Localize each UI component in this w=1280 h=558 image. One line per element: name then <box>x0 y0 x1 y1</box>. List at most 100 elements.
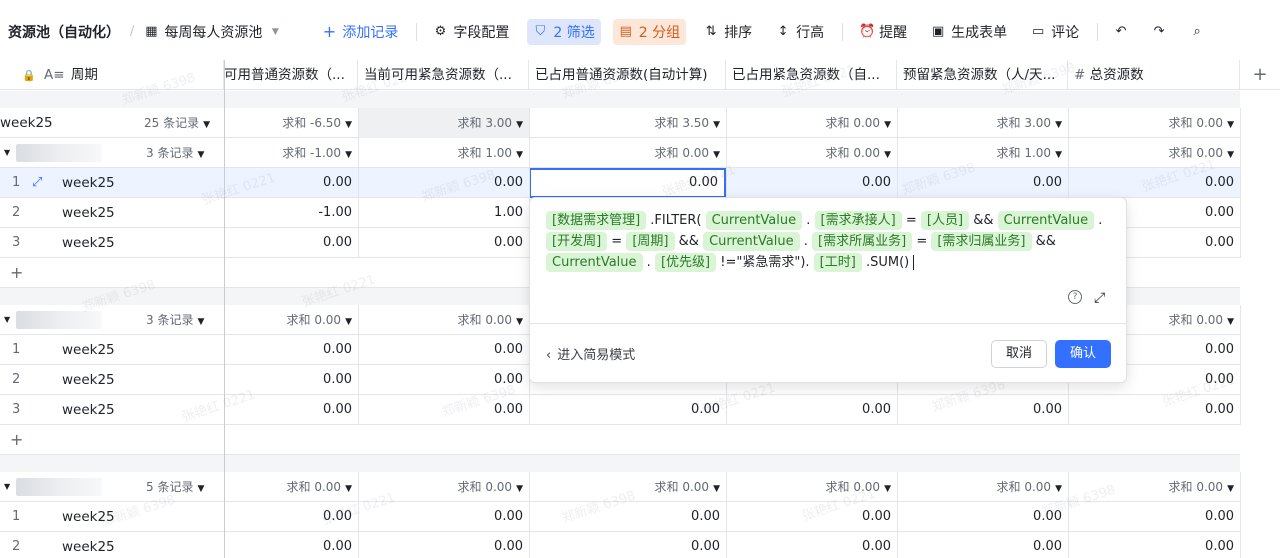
data-cell[interactable]: 0.00 <box>529 502 726 532</box>
period-cell[interactable]: week25 <box>62 335 115 365</box>
aggregate-cell[interactable]: 求和 0.00 ▼ <box>1068 108 1240 138</box>
aggregate-cell[interactable]: 求和 1.00 ▼ <box>897 138 1068 168</box>
data-cell[interactable]: 0.00 <box>529 395 726 425</box>
data-cell[interactable]: 0.00 <box>529 532 726 558</box>
formula-field-token[interactable]: CurrentValue <box>705 211 803 230</box>
aggregate-cell[interactable]: 求和 0.00 ▼ <box>529 472 726 502</box>
group-count[interactable]: 5 条记录 ▼ <box>146 472 204 502</box>
search-button[interactable]: ⌕ <box>1184 19 1210 45</box>
aggregate-cell[interactable]: 求和 3.00 ▼ <box>897 108 1068 138</box>
data-cell[interactable]: 0.00 <box>1068 532 1240 558</box>
aggregate-cell[interactable]: 求和 0.00 ▼ <box>224 472 358 502</box>
formula-field-token[interactable]: CurrentValue <box>703 232 800 251</box>
aggregate-cell[interactable]: 求和 -6.50 ▼ <box>224 108 358 138</box>
comment-button[interactable]: ▭ 评论 <box>1025 19 1085 45</box>
formula-field-token[interactable]: [开发周] <box>546 232 608 251</box>
column-header-available-normal[interactable]: 可用普通资源数（... <box>224 60 358 90</box>
period-cell[interactable]: week25 <box>62 395 115 425</box>
aggregate-cell[interactable]: 求和 0.00 ▼ <box>726 108 897 138</box>
chevron-down-icon[interactable]: ▼ <box>4 138 10 168</box>
formula-field-token[interactable]: [优先级] <box>654 253 717 272</box>
data-cell[interactable]: 0.00 <box>726 168 897 198</box>
aggregate-cell[interactable]: 求和 -1.00 ▼ <box>224 138 358 168</box>
period-cell[interactable]: week25 <box>62 198 115 228</box>
column-header-reserved-urgent[interactable]: 预留紧急资源数（人/天... <box>897 60 1068 90</box>
data-cell[interactable]: 0.00 <box>726 395 897 425</box>
aggregate-cell[interactable]: 求和 0.00 ▼ <box>897 472 1068 502</box>
period-cell[interactable]: week25 <box>62 502 115 532</box>
redo-button[interactable]: ↷ <box>1146 19 1172 45</box>
data-cell[interactable]: 0.00 <box>1068 395 1240 425</box>
frozen-column-divider[interactable] <box>224 60 225 558</box>
formula-field-token[interactable]: [需求所属业务] <box>812 232 913 251</box>
active-cell[interactable]: 0.00 <box>529 168 726 198</box>
data-cell[interactable]: 1.00 <box>358 198 529 228</box>
formula-field-token[interactable]: [数据需求管理] <box>546 211 647 230</box>
filter-button[interactable]: ⛉ 2 筛选 <box>527 18 601 45</box>
undo-button[interactable]: ↶ <box>1108 19 1134 45</box>
cancel-button[interactable]: 取消 <box>991 340 1047 368</box>
sort-button[interactable]: ⇅ 排序 <box>698 19 758 45</box>
aggregate-cell[interactable]: 求和 0.00 ▼ <box>358 305 529 335</box>
formula-input[interactable]: [数据需求管理] .FILTER( CurrentValue . [需求承接人]… <box>546 210 1112 273</box>
data-cell[interactable]: 0.00 <box>358 335 529 365</box>
data-cell[interactable]: 0.00 <box>358 365 529 395</box>
data-cell[interactable]: 0.00 <box>358 168 529 198</box>
data-cell[interactable]: 0.00 <box>726 502 897 532</box>
add-column-button[interactable]: + <box>1240 60 1280 90</box>
group-header[interactable]: ▼ 3 条记录 ▼ 求和 -1.00 ▼ 求和 1.00 ▼ 求和 0.00 ▼ 求和 … <box>0 138 1240 168</box>
data-cell[interactable]: 0.00 <box>897 168 1068 198</box>
data-cell[interactable]: 0.00 <box>1068 502 1240 532</box>
data-cell[interactable]: 0.00 <box>897 532 1068 558</box>
chevron-down-icon[interactable]: ▼ <box>4 472 10 502</box>
table-row[interactable]: 2 week25 0.00 0.00 0.00 0.00 0.00 0.00 <box>0 532 1240 558</box>
table-row[interactable]: 3 week25 0.00 0.00 0.00 0.00 0.00 0.00 <box>0 395 1240 425</box>
aggregate-cell[interactable]: 求和 0.00 ▼ <box>529 138 726 168</box>
data-cell[interactable]: 0.00 <box>224 502 358 532</box>
data-cell[interactable]: 0.00 <box>1068 168 1240 198</box>
data-cell[interactable]: 0.00 <box>224 365 358 395</box>
formula-field-token[interactable]: [工时] <box>813 253 862 272</box>
data-cell[interactable]: 0.00 <box>224 228 358 258</box>
aggregate-cell[interactable]: 求和 0.00 ▼ <box>726 138 897 168</box>
data-cell[interactable]: 0.00 <box>358 532 529 558</box>
group-button[interactable]: ▤ 2 分组 <box>612 18 687 45</box>
period-cell[interactable]: week25 <box>62 228 115 258</box>
column-header-total[interactable]: # 总资源数 <box>1068 60 1240 90</box>
remind-button[interactable]: ⏰ 提醒 <box>853 19 913 45</box>
data-cell[interactable]: 0.00 <box>224 168 358 198</box>
aggregate-cell[interactable]: 求和 3.00 ▼ <box>358 108 529 138</box>
add-record-button[interactable]: + 添加记录 <box>316 19 404 45</box>
column-header-used-normal[interactable]: 已占用普通资源数(自动计算) <box>529 60 726 90</box>
aggregate-cell[interactable]: 求和 0.00 ▼ <box>224 305 358 335</box>
period-cell[interactable]: week25 <box>62 365 115 395</box>
field-config-button[interactable]: ⚙ 字段配置 <box>427 19 515 45</box>
add-row-button[interactable]: + <box>0 425 1240 455</box>
row-height-button[interactable]: ↕ 行高 <box>770 19 830 45</box>
aggregate-cell[interactable]: 求和 0.00 ▼ <box>1068 138 1240 168</box>
table-row[interactable]: 1 week25 0.00 0.00 0.00 0.00 0.00 0.00 <box>0 502 1240 532</box>
expand-icon[interactable]: ⤢ <box>1094 290 1105 306</box>
aggregate-cell[interactable]: 求和 3.50 ▼ <box>529 108 726 138</box>
view-selector[interactable]: ▦ 每周每人资源池 ▼ <box>144 22 282 42</box>
formula-field-token[interactable]: CurrentValue <box>997 211 1095 230</box>
data-cell[interactable]: 0.00 <box>224 532 358 558</box>
chevron-down-icon[interactable]: ▼ <box>4 305 10 335</box>
data-cell[interactable]: -1.00 <box>224 198 358 228</box>
generate-form-button[interactable]: ▣ 生成表单 <box>925 19 1013 45</box>
aggregate-cell[interactable]: 求和 0.00 ▼ <box>358 472 529 502</box>
data-cell[interactable]: 0.00 <box>224 335 358 365</box>
formula-field-token[interactable]: [需求归属业务] <box>931 232 1032 251</box>
period-cell[interactable]: week25 <box>62 168 115 198</box>
column-header-available-urgent[interactable]: 当前可用紧急资源数（... <box>358 60 529 90</box>
group-count[interactable]: 3 条记录 ▼ <box>146 305 204 335</box>
data-cell[interactable]: 0.00 <box>358 228 529 258</box>
expand-record-icon[interactable]: ⤢ <box>32 168 42 198</box>
data-cell[interactable]: 0.00 <box>224 395 358 425</box>
aggregate-cell[interactable]: 求和 1.00 ▼ <box>358 138 529 168</box>
table-row[interactable]: 1 ⤢ week25 0.00 0.00 0.00 0.00 0.00 0.00 <box>0 168 1240 198</box>
confirm-button[interactable]: 确认 <box>1055 340 1111 368</box>
data-cell[interactable]: 0.00 <box>358 502 529 532</box>
period-cell[interactable]: week25 <box>62 532 115 558</box>
formula-field-token[interactable]: [人员] <box>920 211 970 230</box>
